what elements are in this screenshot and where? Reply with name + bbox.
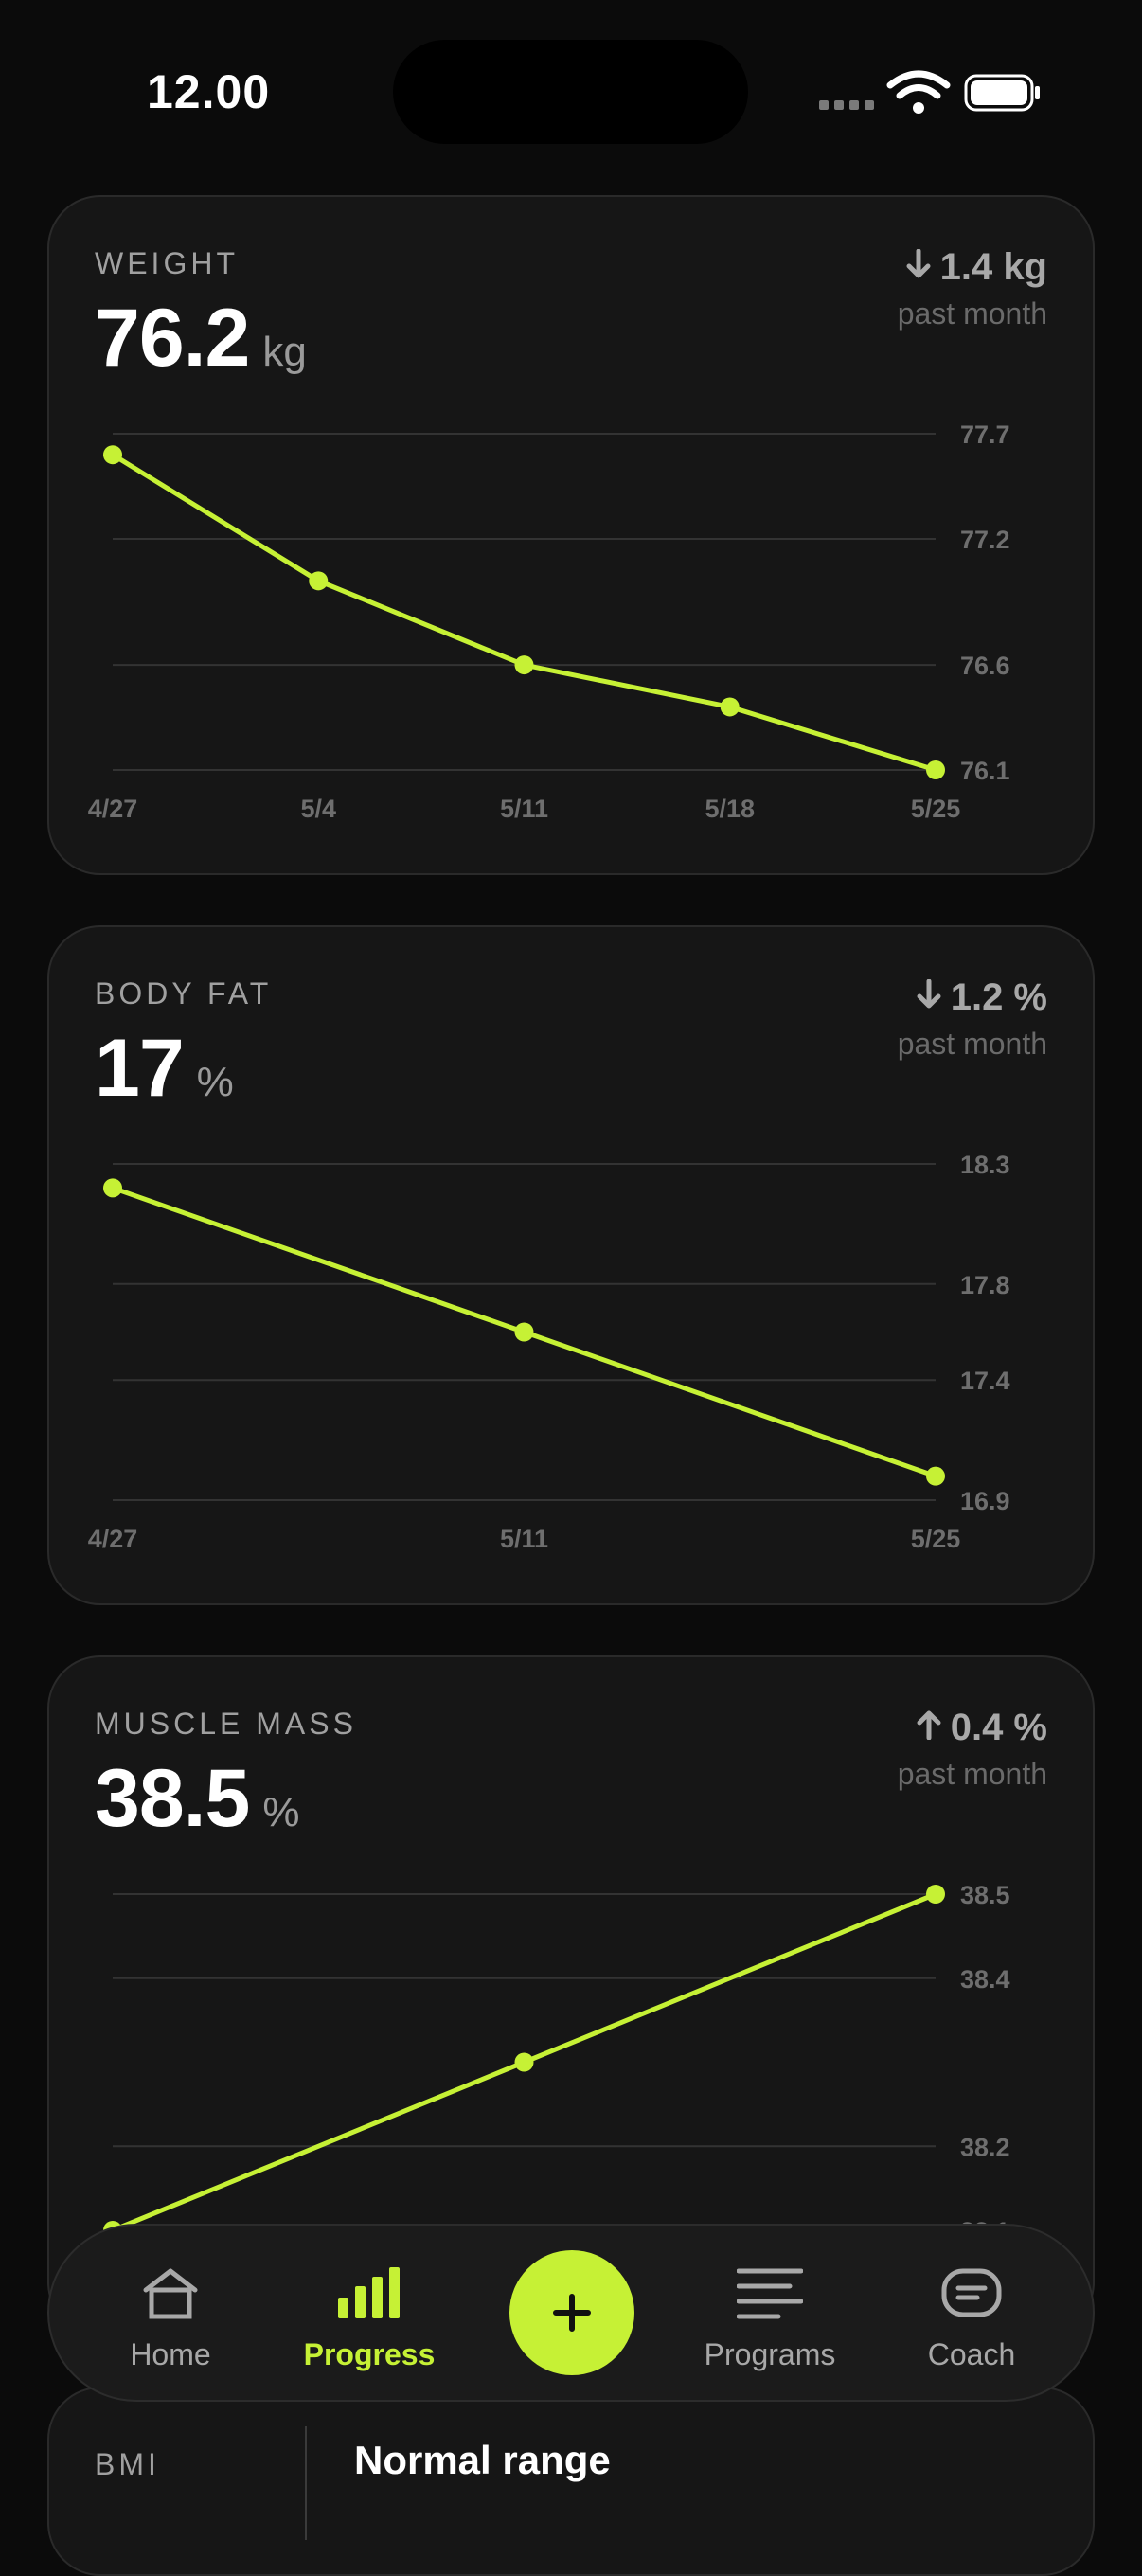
body-fat-unit: %: [196, 1059, 234, 1105]
muscle-mass-delta-period: past month: [897, 1757, 1047, 1791]
signal-dots-icon: [819, 100, 874, 110]
arrow-down-icon: [906, 249, 931, 278]
weight-card[interactable]: 77.7 77.2 76.6 76.1 4/27 5/4 5/11 5/18 5/25 WEIG…: [47, 195, 1095, 875]
y-tick-label: 77.2: [960, 526, 1010, 554]
bar-chart-icon: [338, 2267, 400, 2318]
data-point: [720, 697, 740, 717]
weight-delta-value: 1.4 kg: [939, 246, 1047, 288]
data-point: [309, 571, 329, 591]
nav-label-coach: Coach: [927, 2337, 1016, 2371]
nav-item-programs[interactable]: Programs: [675, 2226, 865, 2400]
muscle-mass-value-row: 38.5%: [95, 1752, 300, 1846]
status-bar: 12.00: [0, 0, 1142, 180]
x-tick-label: 5/18: [705, 795, 755, 823]
weight-delta: 1.4 kg past month: [898, 246, 1047, 331]
nav-label-programs: Programs: [704, 2337, 836, 2371]
y-tick-label: 16.9: [960, 1487, 1010, 1515]
y-tick-label: 38.4: [960, 1965, 1010, 1994]
x-tick-label: 5/11: [500, 1525, 548, 1553]
body-fat-delta-value: 1.2 %: [950, 976, 1047, 1018]
list-icon: [737, 2268, 803, 2319]
data-point: [926, 1466, 945, 1486]
arrow-up-icon: [917, 1710, 941, 1740]
muscle-mass-value: 38.5: [95, 1753, 250, 1844]
y-tick-label: 38.2: [960, 2133, 1010, 2161]
add-button[interactable]: [509, 2250, 634, 2375]
y-tick-label: 18.3: [960, 1151, 1010, 1179]
weight-delta-period: past month: [897, 296, 1047, 331]
nav-label-home: Home: [130, 2337, 211, 2371]
chat-icon: [941, 2268, 1002, 2317]
muscle-mass-label: MUSCLE MASS: [95, 1707, 357, 1741]
weight-label: WEIGHT: [95, 246, 239, 280]
y-tick-label: 76.6: [960, 652, 1010, 680]
body-fat-card[interactable]: 18.3 17.8 17.4 16.9 4/27 5/11 5/25 BODY FAT 17…: [47, 925, 1095, 1605]
muscle-mass-unit: %: [262, 1789, 300, 1835]
status-time: 12.00: [147, 65, 271, 118]
data-point: [103, 1178, 122, 1198]
data-point: [514, 655, 534, 675]
y-tick-label: 17.8: [960, 1271, 1010, 1299]
x-tick-label: 5/4: [300, 795, 336, 823]
body-fat-label: BODY FAT: [95, 976, 273, 1011]
x-tick-label: 4/27: [88, 795, 138, 823]
bmi-range: Normal range: [354, 2438, 611, 2482]
nav-item-home[interactable]: Home: [76, 2226, 265, 2400]
arrow-down-icon: [917, 979, 941, 1009]
data-point: [926, 1885, 945, 1904]
body-fat-value-row: 17%: [95, 1022, 234, 1116]
wifi-icon: [886, 70, 951, 114]
nav-item-coach[interactable]: Coach: [877, 2226, 1066, 2400]
weight-unit: kg: [262, 329, 307, 375]
bmi-card[interactable]: BMI Normal range: [47, 2387, 1095, 2576]
x-tick-label: 5/25: [911, 1525, 961, 1553]
body-fat-delta-period: past month: [897, 1027, 1047, 1061]
series-line: [110, 452, 938, 773]
data-point: [103, 445, 122, 465]
bmi-divider: [305, 2426, 307, 2540]
nav-item-progress[interactable]: Progress: [275, 2226, 464, 2400]
plus-icon: [553, 2294, 591, 2332]
body-fat-delta: 1.2 % past month: [898, 976, 1047, 1062]
muscle-mass-delta-value: 0.4 %: [950, 1707, 1047, 1748]
status-icons: [819, 70, 1040, 114]
battery-icon: [964, 74, 1040, 112]
data-point: [514, 2052, 534, 2072]
data-point: [926, 760, 945, 779]
weight-value-row: 76.2 kg: [95, 292, 307, 385]
weight-value: 76.2: [95, 293, 250, 384]
muscle-mass-delta: 0.4 % past month: [898, 1707, 1047, 1792]
home-icon: [143, 2268, 198, 2319]
bottom-nav: Home Progress Programs Coach: [47, 2224, 1095, 2402]
nav-label-progress: Progress: [303, 2337, 436, 2371]
x-tick-label: 5/25: [911, 795, 961, 823]
data-point: [514, 1322, 534, 1342]
bmi-label: BMI: [95, 2447, 160, 2481]
body-fat-value: 17: [95, 1023, 185, 1114]
y-tick-label: 38.5: [960, 1881, 1010, 1909]
y-tick-label: 76.1: [960, 757, 1010, 785]
x-tick-label: 5/11: [500, 795, 548, 823]
y-tick-label: 77.7: [960, 420, 1010, 449]
y-tick-label: 17.4: [960, 1367, 1010, 1395]
dynamic-island: [393, 40, 748, 144]
x-tick-label: 4/27: [88, 1525, 138, 1553]
